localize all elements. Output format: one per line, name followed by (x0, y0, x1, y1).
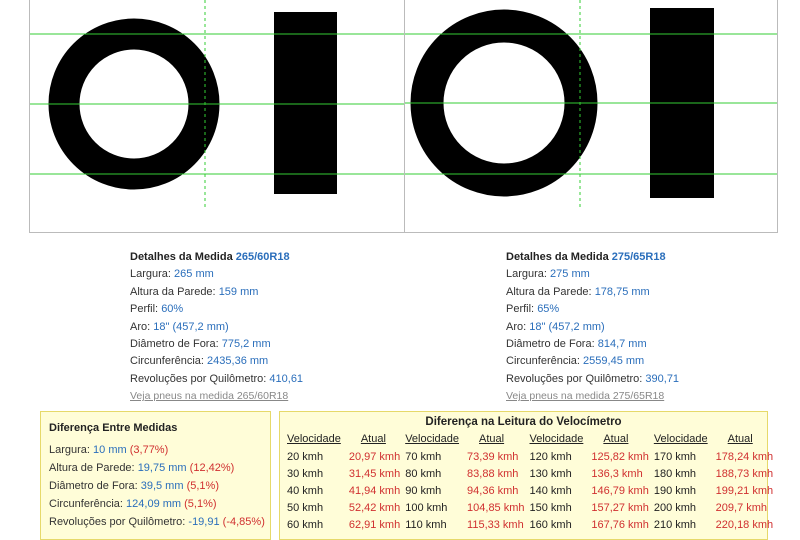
table-row: 40 kmh 41,94 kmh 90 kmh 94,36 kmh 140 km… (287, 482, 778, 499)
actual-cell: 52,42 kmh (348, 502, 401, 515)
actual-cell: 20,97 kmh (348, 450, 401, 463)
diff-row-circumference: Circunferência: 124,09 mm (5,1%) (49, 498, 217, 510)
actual-cell: 62,91 kmh (348, 519, 401, 532)
header-speed: Velocidade (529, 432, 584, 445)
header-speed: Velocidade (287, 432, 341, 445)
actual-cell: 73,39 kmh (467, 450, 519, 463)
actual-cell: 188,73 kmh (715, 467, 774, 480)
actual-cell: 220,18 kmh (715, 519, 774, 532)
tire-details-right: Detalhes da Medida 275/65R18 Largura: 27… (506, 249, 766, 406)
detail-row-outer-diameter: Diâmetro de Fora: 775,2 mm (130, 338, 271, 351)
speed-cell: 150 kmh (529, 502, 572, 515)
speed-cell: 190 kmh (653, 484, 697, 497)
table-row: 60 kmh 62,91 kmh 110 kmh 115,33 kmh 160 … (287, 517, 778, 534)
header-actual: Atual (603, 432, 629, 445)
speed-cell: 130 kmh (529, 467, 572, 480)
speed-cell: 140 kmh (529, 484, 572, 497)
speed-cell: 90 kmh (405, 484, 442, 497)
actual-cell: 41,94 kmh (348, 484, 401, 497)
see-tires-link[interactable]: Veja pneus na medida 275/65R18 (506, 388, 766, 405)
actual-cell: 167,76 kmh (591, 519, 649, 532)
speed-cell: 110 kmh (405, 519, 447, 532)
detail-row-width: Largura: 275 mm (506, 268, 590, 281)
details-title: Detalhes da Medida 265/60R18 (130, 251, 290, 263)
detail-row-circumference: Circunferência: 2435,36 mm (130, 355, 269, 368)
speed-cell: 70 kmh (405, 450, 442, 463)
speed-cell: 160 kmh (529, 519, 572, 532)
diff-row-sidewall: Altura de Parede: 19,75 mm (12,42%) (49, 462, 235, 474)
speedometer-box: Diferença na Leitura do Velocímetro Velo… (279, 411, 773, 540)
actual-cell: 31,45 kmh (348, 467, 401, 480)
actual-cell: 209,7 kmh (715, 502, 768, 515)
actual-cell: 136,3 kmh (591, 467, 643, 480)
diff-row-width: Largura: 10 mm (3,77%) (49, 444, 169, 456)
header-actual: Atual (360, 432, 386, 445)
actual-cell: 178,24 kmh (715, 450, 774, 463)
detail-row-circumference: Circunferência: 2559,45 mm (506, 355, 645, 368)
difference-box: Diferença Entre Medidas Largura: 10 mm (… (40, 411, 271, 540)
actual-cell: 83,88 kmh (467, 467, 519, 480)
header-speed: Velocidade (653, 432, 708, 445)
speed-cell: 80 kmh (405, 467, 442, 480)
actual-cell: 115,33 kmh (467, 519, 524, 532)
speedometer-table: Velocidade Atual Velocidade Atual Veloci… (287, 431, 778, 534)
difference-title: Diferença Entre Medidas (49, 422, 178, 434)
actual-cell: 125,82 kmh (591, 450, 649, 463)
tire-drawing-left (29, 0, 405, 233)
detail-row-profile: Perfil: 65% (506, 303, 560, 316)
table-row: 30 kmh 31,45 kmh 80 kmh 83,88 kmh 130 km… (287, 465, 778, 482)
detail-row-revolutions: Revoluções por Quilômetro: 410,61 (130, 372, 304, 385)
speed-cell: 100 kmh (405, 502, 448, 515)
speed-cell: 180 kmh (653, 467, 697, 480)
speed-cell: 30 kmh (287, 467, 324, 480)
detail-row-outer-diameter: Diâmetro de Fora: 814,7 mm (506, 338, 647, 351)
tire-details-left: Detalhes da Medida 265/60R18 Largura: 26… (130, 249, 390, 406)
header-actual: Atual (479, 432, 505, 445)
speed-cell: 170 kmh (653, 450, 697, 463)
tire-drawing-right (404, 0, 778, 233)
diff-row-revolutions: Revoluções por Quilômetro: -19,91 (-4,85… (49, 516, 265, 528)
table-row: 50 kmh 52,42 kmh 100 kmh 104,85 kmh 150 … (287, 500, 778, 517)
see-tires-link[interactable]: Veja pneus na medida 265/60R18 (130, 388, 390, 405)
speed-cell: 20 kmh (287, 450, 324, 463)
header-actual: Atual (727, 432, 753, 445)
detail-row-sidewall: Altura da Parede: 159 mm (130, 285, 259, 298)
detail-row-sidewall: Altura da Parede: 178,75 mm (506, 285, 650, 298)
header-speed: Velocidade (405, 432, 460, 445)
details-title: Detalhes da Medida 275/65R18 (506, 251, 666, 263)
speed-cell: 210 kmh (653, 519, 697, 532)
speedometer-header-row: Velocidade Atual Velocidade Atual Veloci… (287, 431, 778, 448)
speed-cell: 60 kmh (287, 519, 324, 532)
table-row: 20 kmh 20,97 kmh 70 kmh 73,39 kmh 120 km… (287, 448, 778, 465)
detail-row-rim: Aro: 18" (457,2 mm) (506, 320, 605, 333)
speed-cell: 120 kmh (529, 450, 572, 463)
actual-cell: 199,21 kmh (715, 484, 774, 497)
speed-cell: 200 kmh (653, 502, 697, 515)
diff-row-outer-diameter: Diâmetro de Fora: 39,5 mm (5,1%) (49, 480, 219, 492)
tire-front-view (274, 12, 337, 194)
actual-cell: 104,85 kmh (467, 502, 525, 515)
detail-row-rim: Aro: 18" (457,2 mm) (130, 320, 229, 333)
detail-row-profile: Perfil: 60% (130, 303, 184, 316)
detail-row-revolutions: Revoluções por Quilômetro: 390,71 (506, 372, 680, 385)
actual-cell: 94,36 kmh (467, 484, 519, 497)
detail-row-width: Largura: 265 mm (130, 268, 214, 281)
actual-cell: 157,27 kmh (591, 502, 649, 515)
actual-cell: 146,79 kmh (591, 484, 649, 497)
speedometer-title: Diferença na Leitura do Velocímetro (425, 416, 622, 428)
speed-cell: 40 kmh (287, 484, 324, 497)
speed-cell: 50 kmh (287, 502, 324, 515)
